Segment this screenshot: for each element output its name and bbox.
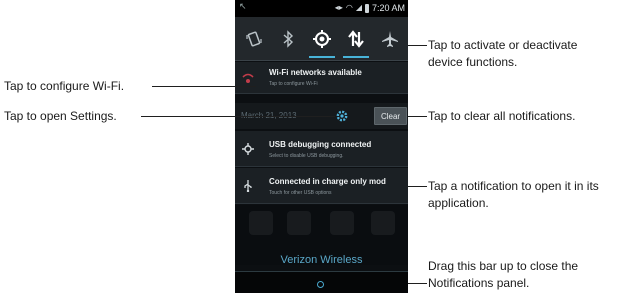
status-bar: ↖ ◂▸ ◠ ◢ 7:20 AM — [235, 0, 408, 17]
wifi-notification[interactable]: Wi-Fi networks available Tap to configur… — [235, 62, 408, 94]
app-icon — [330, 211, 354, 235]
notification-item[interactable]: USB debugging connected Select to disabl… — [235, 131, 408, 167]
battery-icon — [364, 3, 369, 13]
notification-icon: ↖ — [239, 2, 247, 12]
wifi-notification-subtitle: Tap to configure Wi-Fi — [269, 81, 318, 87]
gps-toggle[interactable] — [305, 17, 339, 61]
auto-rotate-toggle[interactable] — [237, 17, 271, 61]
notification-subtitle: Touch for other USB options — [269, 190, 332, 196]
callout-close-panel: Drag this bar up to close the Notificati… — [428, 258, 578, 292]
wifi-status-icon: ◠ — [345, 3, 353, 12]
callout-device-functions: Tap to activate or deactivate device fun… — [428, 37, 577, 71]
handle-divider — [235, 271, 408, 272]
mobile-data-icon — [348, 30, 364, 48]
mobile-data-toggle[interactable] — [339, 17, 373, 61]
vibrate-icon: ◂▸ — [334, 3, 343, 12]
notifications-panel: ↖ ◂▸ ◠ ◢ 7:20 AM Wi-Fi networks availabl… — [235, 0, 408, 293]
callout-line-open-notification — [408, 186, 427, 187]
callout-text: application. — [428, 196, 489, 210]
panel-drag-handle[interactable] — [235, 271, 408, 293]
auto-rotate-icon — [246, 31, 262, 47]
callout-text: Tap to activate or deactivate — [428, 38, 578, 52]
callout-text: Notifications panel. — [428, 276, 530, 290]
status-time: 7:20 AM — [371, 3, 405, 13]
notification-subtitle: Select to disable USB debugging. — [269, 153, 344, 159]
callout-line-open-settings — [141, 116, 335, 117]
gps-active-indicator — [309, 56, 335, 58]
signal-icon: ◢ — [355, 3, 362, 12]
clear-notifications-button[interactable]: Clear — [374, 107, 407, 125]
wifi-notification-title: Wi-Fi networks available — [269, 68, 362, 77]
airplane-mode-toggle[interactable] — [373, 17, 407, 61]
usb-icon — [241, 179, 255, 193]
notification-title: USB debugging connected — [269, 140, 372, 149]
notification-title: Connected in charge only mod — [269, 177, 386, 186]
callout-open-settings: Tap to open Settings. — [4, 109, 117, 123]
callout-line-close-panel — [408, 283, 427, 284]
callout-clear-all: Tap to clear all notifications. — [428, 109, 576, 123]
callout-text: Tap a notification to open it in its — [428, 179, 599, 193]
bluetooth-icon — [283, 30, 294, 48]
callout-line-configure-wifi — [152, 86, 256, 87]
carrier-label: Verizon Wireless — [280, 254, 363, 266]
airplane-mode-icon — [382, 31, 398, 47]
notification-item[interactable]: Connected in charge only mod Touch for o… — [235, 168, 408, 204]
callout-text: Drag this bar up to close the — [428, 259, 579, 273]
mobile-data-active-indicator — [343, 56, 369, 58]
settings-gear-icon[interactable] — [335, 109, 349, 123]
app-icon — [371, 211, 395, 235]
callout-line-device-functions — [408, 45, 427, 46]
callout-text: device functions. — [428, 55, 518, 69]
drag-handle-icon — [317, 281, 324, 288]
usb-debug-icon — [241, 142, 255, 156]
app-icon — [249, 211, 273, 235]
wifi-icon — [241, 71, 255, 85]
callout-open-notification: Tap a notification to open it in its app… — [428, 178, 599, 212]
callout-line-clear-all — [408, 116, 427, 117]
bluetooth-toggle[interactable] — [271, 17, 305, 61]
app-icon — [287, 211, 311, 235]
gps-icon — [313, 30, 331, 48]
callout-configure-wifi: Tap to configure Wi-Fi. — [4, 79, 125, 93]
quick-toggles-bar — [235, 17, 408, 61]
